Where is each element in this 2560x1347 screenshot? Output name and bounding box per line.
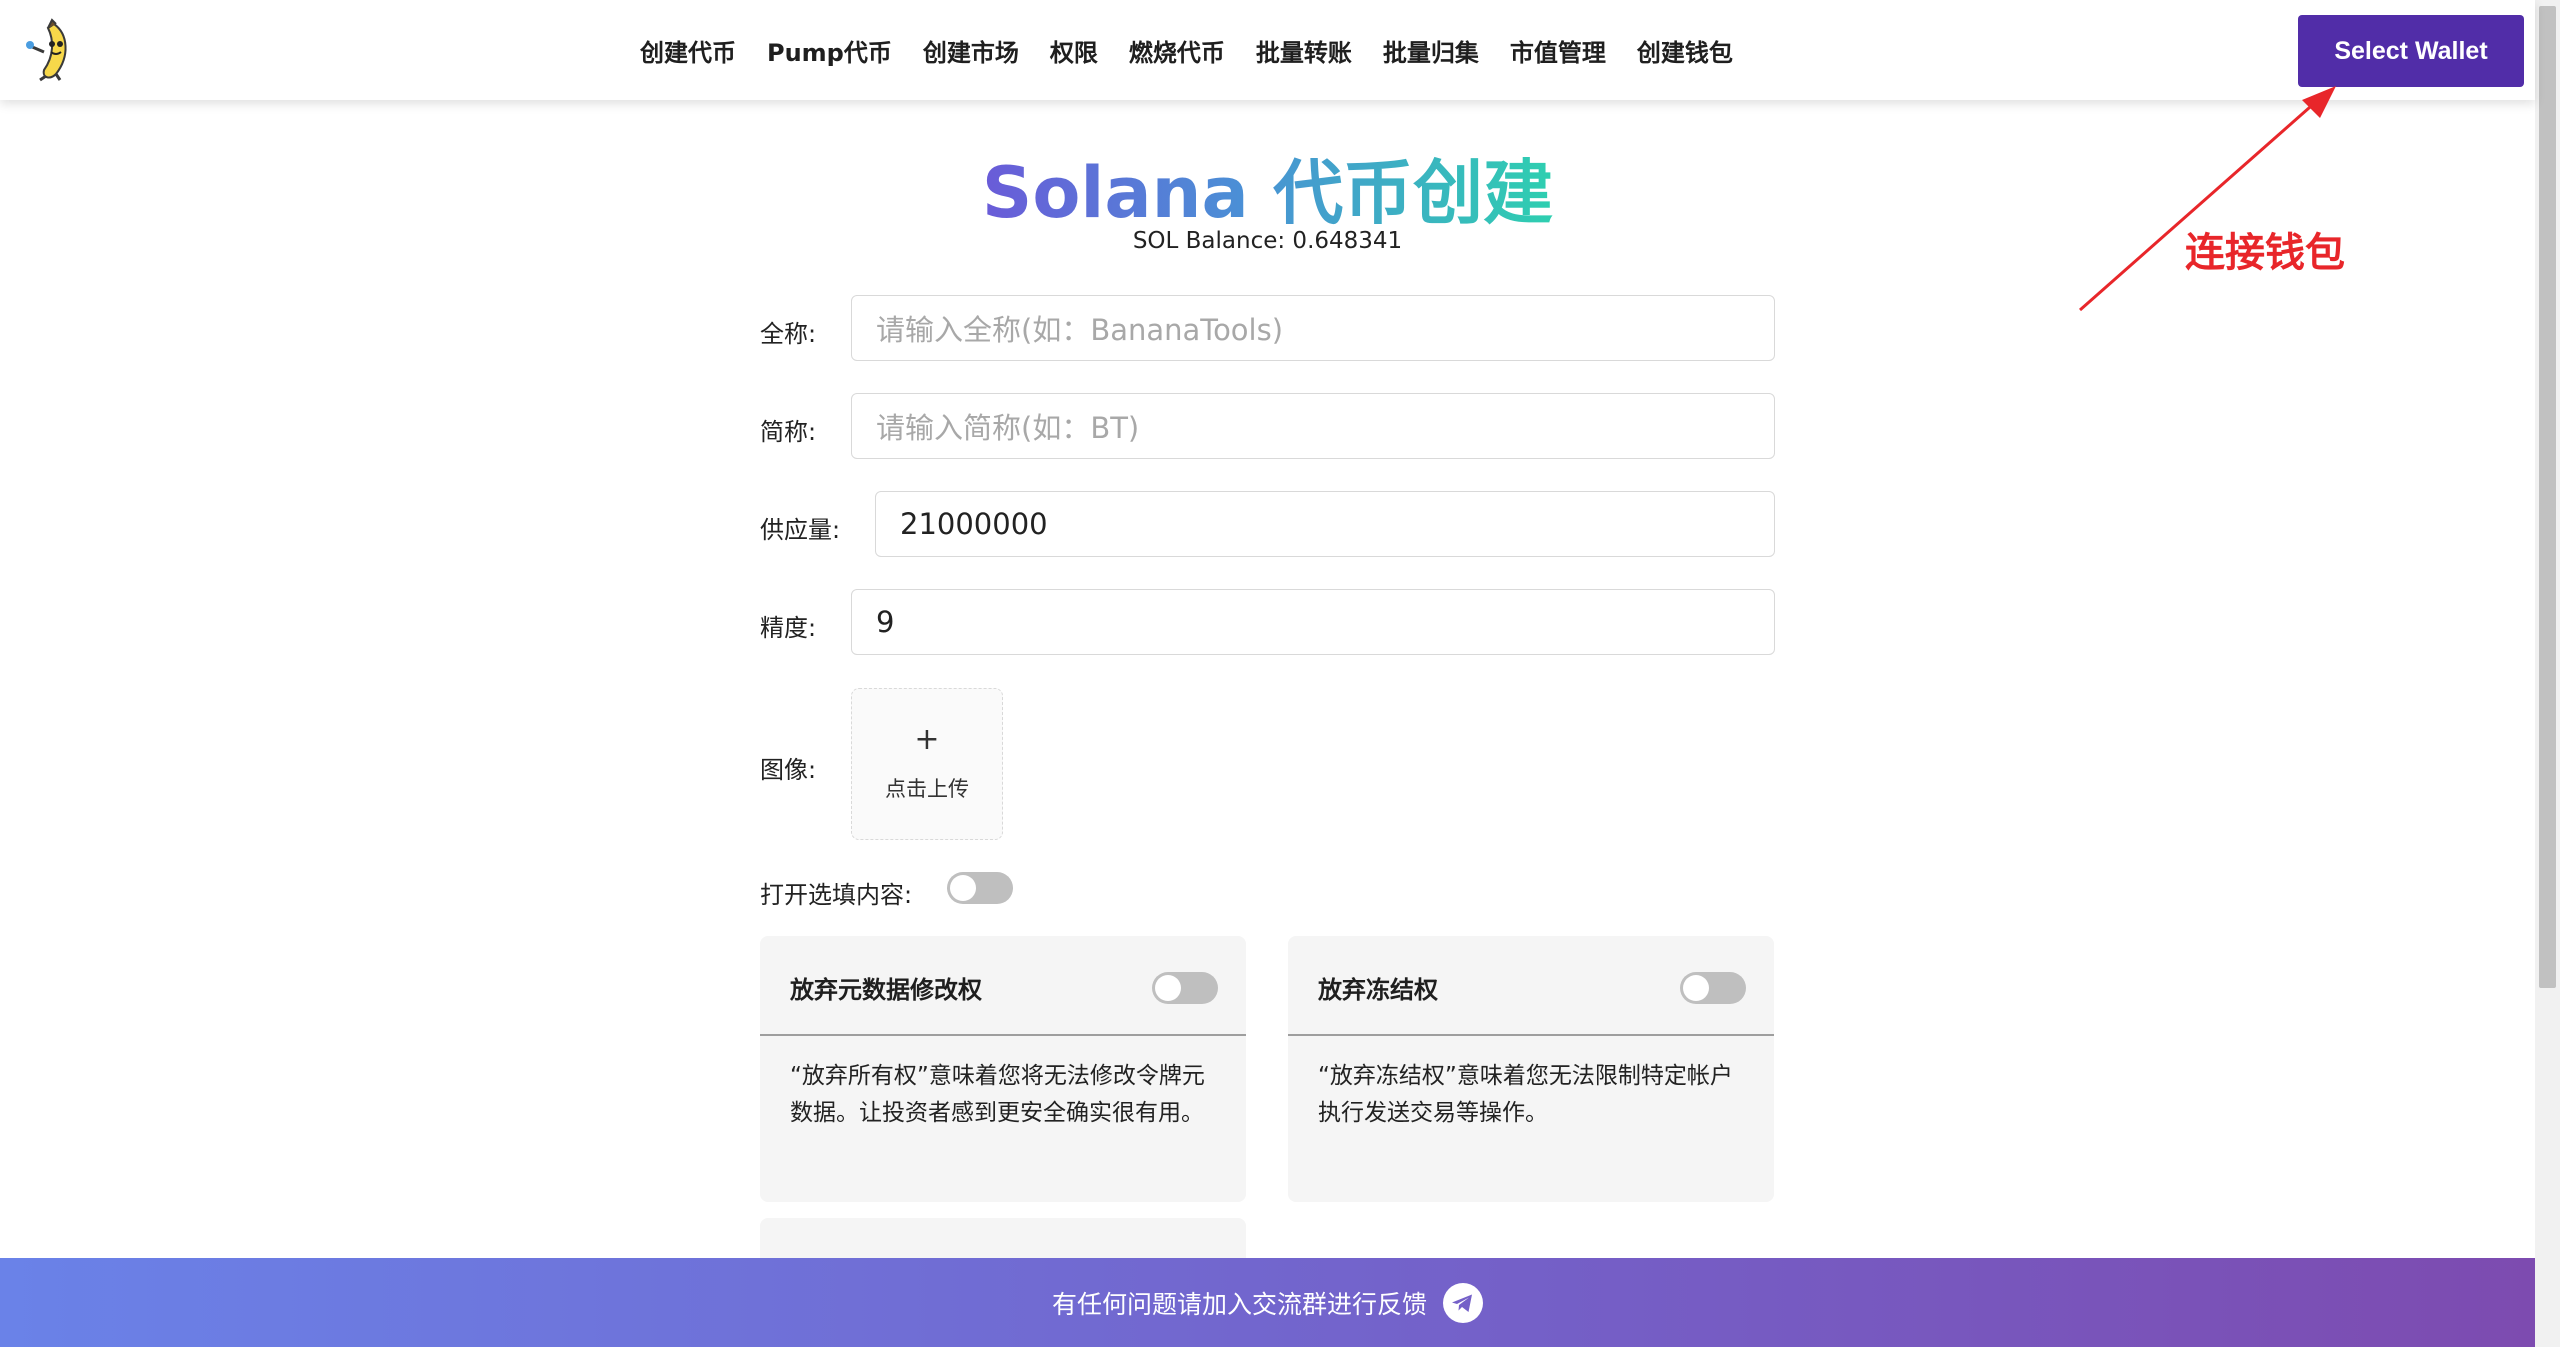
toggle-knob <box>950 875 976 901</box>
card-title: 放弃元数据修改权 <box>790 976 982 1004</box>
nav-market-cap[interactable]: 市值管理 <box>1510 33 1606 68</box>
select-wallet-button[interactable]: Select Wallet <box>2298 15 2524 87</box>
annotation-label: 连接钱包 <box>2185 230 2345 276</box>
card-header: 放弃元数据修改权 <box>760 936 1246 1036</box>
scrollbar-thumb[interactable] <box>2539 6 2556 988</box>
revoke-freeze-toggle[interactable] <box>1680 972 1746 1004</box>
name-input[interactable]: 请输入全称(如：BananaTools) <box>851 295 1775 361</box>
name-label: 全称: <box>760 320 817 348</box>
card-title: 放弃冻结权 <box>1318 976 1438 1004</box>
nav-create-wallet[interactable]: 创建钱包 <box>1637 33 1733 68</box>
upload-text: 点击上传 <box>885 777 969 801</box>
optional-label: 打开选填内容: <box>760 881 913 909</box>
symbol-label: 简称: <box>760 418 817 446</box>
nav-burn-token[interactable]: 燃烧代币 <box>1129 33 1225 68</box>
revoke-metadata-card: 放弃元数据修改权 “放弃所有权”意味着您将无法修改令牌元数据。让投资者感到更安全… <box>760 936 1246 1202</box>
nav-create-token[interactable]: 创建代币 <box>640 33 736 68</box>
card-header: 放弃冻结权 <box>1288 936 1774 1036</box>
symbol-input[interactable]: 请输入简称(如：BT) <box>851 393 1775 459</box>
supply-label: 供应量: <box>760 516 841 544</box>
nav-batch-transfer[interactable]: 批量转账 <box>1256 33 1352 68</box>
supply-input[interactable]: 21000000 <box>875 491 1775 557</box>
revoke-freeze-card: 放弃冻结权 “放弃冻结权”意味着您无法限制特定帐户执行发送交易等操作。 <box>1288 936 1774 1202</box>
feedback-footer[interactable]: 有任何问题请加入交流群进行反馈 <box>0 1258 2535 1347</box>
optional-toggle[interactable] <box>947 872 1013 904</box>
banana-logo-icon[interactable] <box>24 18 76 82</box>
image-upload[interactable]: + 点击上传 <box>851 688 1003 840</box>
revoke-metadata-toggle[interactable] <box>1152 972 1218 1004</box>
nav-batch-collect[interactable]: 批量归集 <box>1383 33 1479 68</box>
nav-create-market[interactable]: 创建市场 <box>923 33 1019 68</box>
toggle-knob <box>1683 975 1709 1001</box>
nav-authority[interactable]: 权限 <box>1050 33 1098 68</box>
card-description: “放弃所有权”意味着您将无法修改令牌元数据。让投资者感到更安全确实很有用。 <box>790 1063 1205 1126</box>
toggle-knob <box>1155 975 1181 1001</box>
footer-text: 有任何问题请加入交流群进行反馈 <box>1051 1289 1427 1319</box>
annotation-arrow-icon <box>2079 86 2336 312</box>
scrollbar[interactable] <box>2535 0 2560 1347</box>
decimals-label: 精度: <box>760 614 817 642</box>
telegram-icon[interactable] <box>1443 1282 1483 1323</box>
image-label: 图像: <box>760 756 817 784</box>
decimals-input[interactable]: 9 <box>851 589 1775 655</box>
card-description: “放弃冻结权”意味着您无法限制特定帐户执行发送交易等操作。 <box>1318 1063 1733 1126</box>
plus-icon: + <box>914 722 940 757</box>
main-nav: 创建代币 Pump代币 创建市场 权限 燃烧代币 批量转账 批量归集 市值管理 … <box>640 0 1733 100</box>
nav-pump-token[interactable]: Pump代币 <box>767 33 892 68</box>
